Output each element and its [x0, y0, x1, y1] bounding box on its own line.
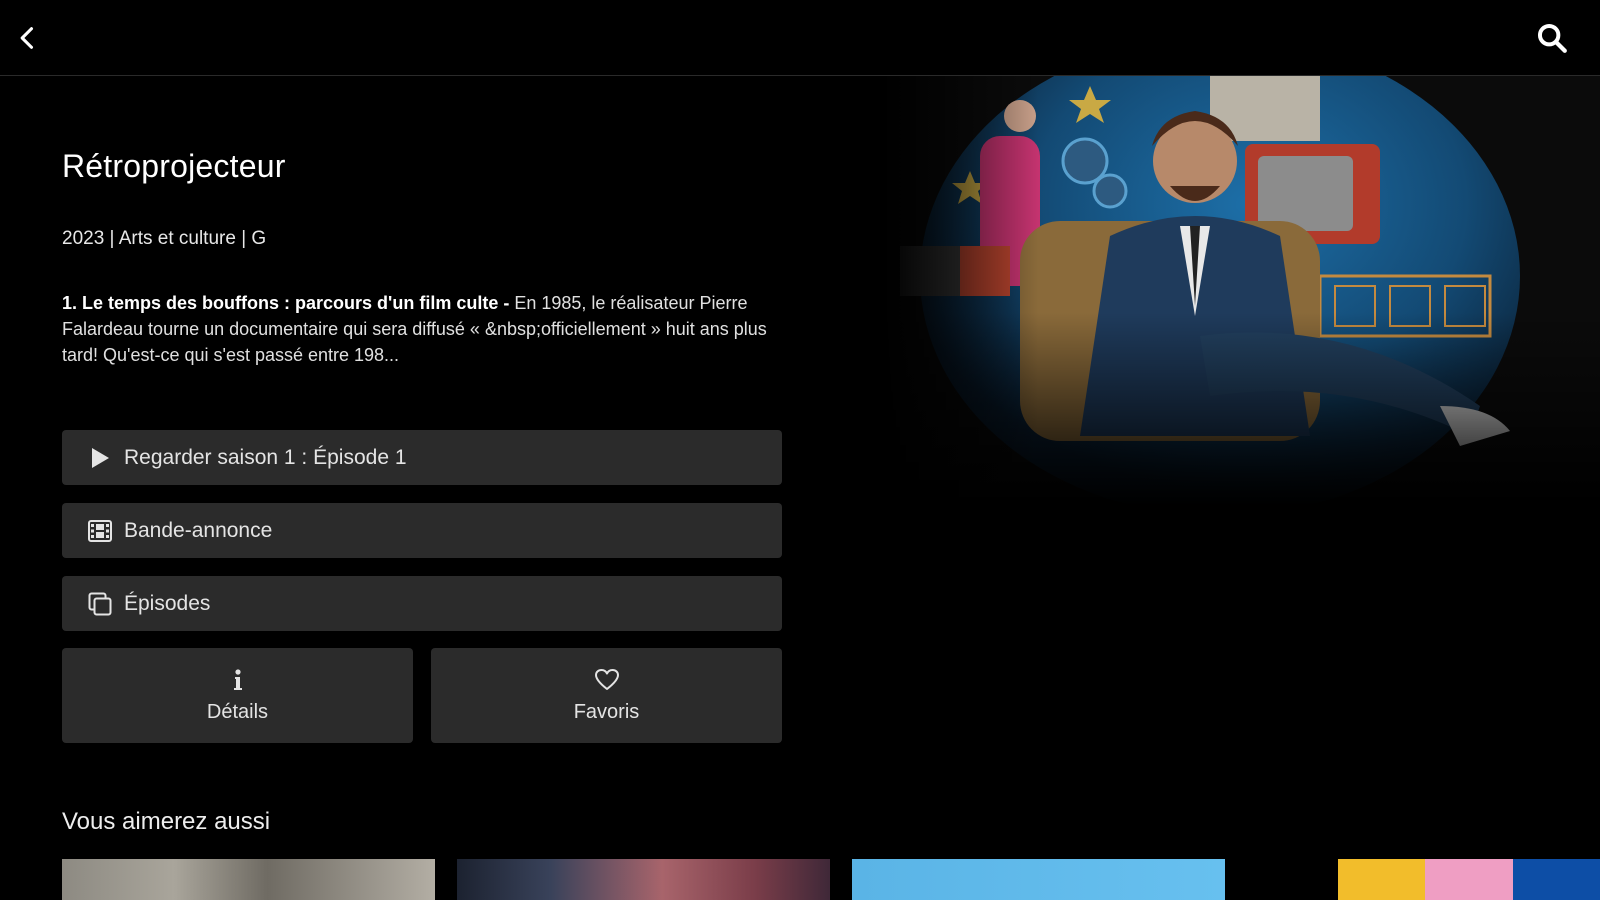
episodes-stack-icon [88, 592, 112, 616]
play-icon [88, 446, 112, 470]
favorites-button[interactable]: Favoris [431, 648, 782, 743]
recommendation-thumbnail[interactable] [62, 859, 435, 900]
recommendations-title: Vous aimerez aussi [62, 808, 271, 835]
watch-button[interactable]: Regarder saison 1 : Épisode 1 [62, 430, 782, 485]
info-icon [232, 667, 244, 693]
details-button[interactable]: Détails [62, 648, 413, 743]
back-button[interactable] [8, 18, 48, 58]
recommendation-thumbnail[interactable] [1338, 859, 1600, 900]
episode-title: 1. Le temps des bouffons : parcours d'un… [62, 293, 499, 313]
favorites-button-label: Favoris [573, 701, 640, 723]
hero-fade-overlay [880, 76, 1600, 506]
details-button-label: Détails [206, 701, 269, 723]
episode-separator: - [498, 293, 515, 313]
search-button[interactable] [1532, 18, 1572, 58]
page-title: Rétroprojecteur [62, 148, 286, 184]
chevron-left-icon [20, 27, 34, 49]
episodes-button-label: Épisodes [124, 591, 211, 615]
hero-artwork [880, 76, 1600, 506]
episodes-button[interactable]: Épisodes [62, 576, 782, 631]
recommendation-thumbnail[interactable] [457, 859, 830, 900]
heart-icon [594, 667, 620, 693]
show-meta: 2023 | Arts et culture | G [62, 228, 267, 249]
film-icon [88, 519, 112, 543]
search-icon [1537, 23, 1567, 53]
recommendation-thumbnail[interactable] [852, 859, 1225, 900]
trailer-button-label: Bande-annonce [124, 518, 273, 542]
trailer-button[interactable]: Bande-annonce [62, 503, 782, 558]
episode-description: 1. Le temps des bouffons : parcours d'un… [62, 290, 782, 368]
watch-button-label: Regarder saison 1 : Épisode 1 [124, 445, 407, 469]
top-bar [0, 0, 1600, 76]
